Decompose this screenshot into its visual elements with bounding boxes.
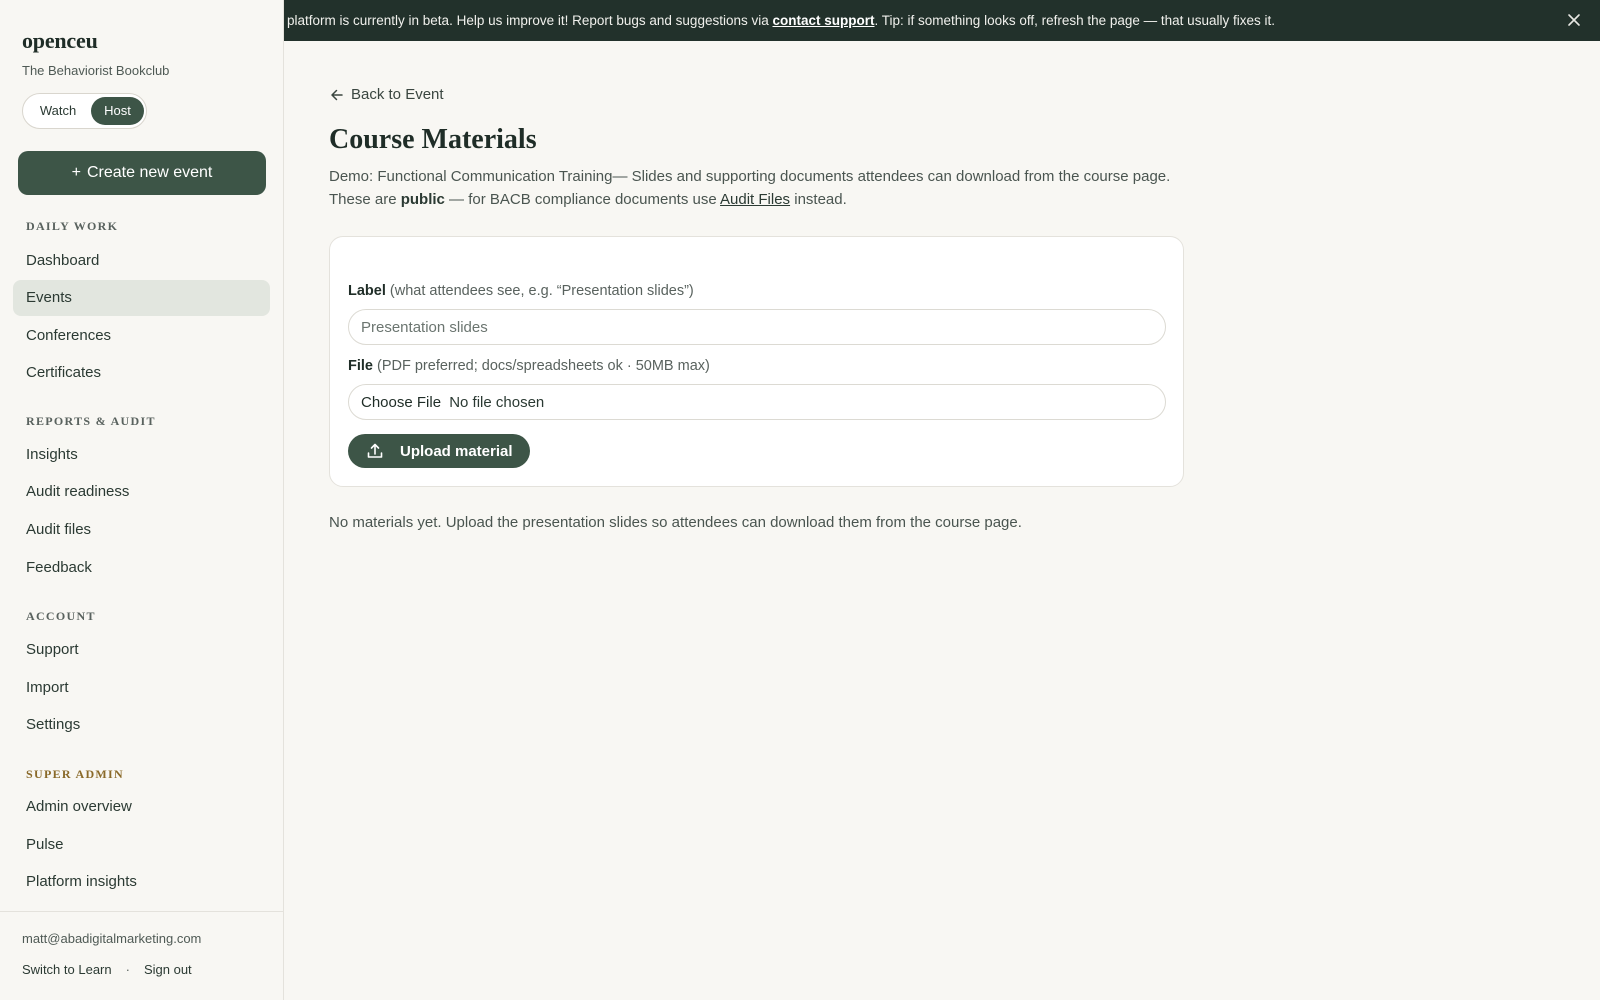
sidebar-item-insights[interactable]: Insights [13,437,270,473]
create-event-label: Create new event [86,164,213,181]
label-field-label: Label (what attendees see, e.g. “Present… [348,283,694,299]
intro-text-2: — for BACB compliance documents use [444,191,721,208]
banner-text-after: . Tip: if something looks off, refresh t… [874,13,1275,28]
file-field-hint: (PDF preferred; docs/spreadsheets ok · 5… [377,358,710,374]
sidebar-item-admin-overview[interactable]: Admin overview [13,789,270,825]
section-header-daily-work: DAILY WORK [26,219,119,233]
sidebar-account-footer: matt@abadigitalmarketing.com Switch to L… [0,911,284,1000]
sidebar-item-dashboard[interactable]: Dashboard [13,243,270,279]
file-field-label: File (PDF preferred; docs/spreadsheets o… [348,358,710,374]
banner-text-before: platform is currently in beta. Help us i… [287,13,773,28]
choose-file-button[interactable]: Choose File [361,394,441,411]
intro-bold-public: public [400,191,445,208]
org-name: The Behaviorist Bookclub [22,63,170,78]
sidebar: openceu The Behaviorist Bookclub Watch H… [0,0,284,1000]
upload-button-label: Upload material [400,442,513,460]
mode-host-option[interactable]: Host [91,97,144,125]
sidebar-item-feedback[interactable]: Feedback [13,550,270,586]
back-to-event-link[interactable]: Back to Event [329,86,444,103]
intro-text-3: instead. [790,191,847,208]
user-email: matt@abadigitalmarketing.com [22,931,202,946]
section-header-reports-audit: REPORTS & AUDIT [26,414,156,428]
sidebar-item-pulse[interactable]: Pulse [13,827,270,863]
page-description: Demo: Functional Communication Training—… [329,165,1189,211]
sidebar-item-audit-readiness[interactable]: Audit readiness [13,474,270,510]
sidebar-item-support[interactable]: Support [13,632,270,668]
label-field-title: Label [348,283,386,299]
file-input[interactable]: Choose File No file chosen [348,384,1166,420]
brand-logo[interactable]: openceu [22,28,98,54]
upload-material-button[interactable]: Upload material [348,434,530,468]
upload-icon [367,443,383,458]
sidebar-item-conferences[interactable]: Conferences [13,318,270,354]
back-link-label: Back to Event [351,86,444,103]
beta-banner: platform is currently in beta. Help us i… [284,0,1600,41]
banner-message: platform is currently in beta. Help us i… [287,0,1275,41]
upload-material-card: Label (what attendees see, e.g. “Present… [329,236,1184,487]
contact-support-link[interactable]: contact support [773,13,875,28]
file-field-title: File [348,358,373,374]
sidebar-item-certificates[interactable]: Certificates [13,355,270,391]
page-title: Course Materials [329,124,537,155]
section-header-account: ACCOUNT [26,609,96,623]
sidebar-item-platform-insights[interactable]: Platform insights [13,864,270,900]
section-header-super-admin: SUPER ADMIN [26,767,124,781]
sidebar-item-import[interactable]: Import [13,670,270,706]
sidebar-item-settings[interactable]: Settings [13,707,270,743]
sign-out-link[interactable]: Sign out [144,962,192,977]
sidebar-item-audit-files[interactable]: Audit files [13,512,270,548]
sidebar-item-events[interactable]: Events [13,280,270,316]
account-links: Switch to Learn · Sign out [22,962,192,977]
plus-icon: + [71,164,81,181]
empty-materials-note: No materials yet. Upload the presentatio… [329,514,1022,531]
file-status: No file chosen [449,394,545,411]
label-field-hint: (what attendees see, e.g. “Presentation … [389,283,694,299]
close-icon[interactable] [1566,12,1582,28]
mode-toggle: Watch Host [22,93,147,129]
arrow-left-icon [331,89,343,100]
audit-files-link[interactable]: Audit Files [720,191,790,208]
create-event-button[interactable]: + Create new event [18,151,266,195]
separator-dot: · [125,962,130,977]
mode-watch-option[interactable]: Watch [27,97,89,125]
label-input[interactable] [348,309,1166,345]
switch-to-learn-link[interactable]: Switch to Learn [22,962,112,977]
